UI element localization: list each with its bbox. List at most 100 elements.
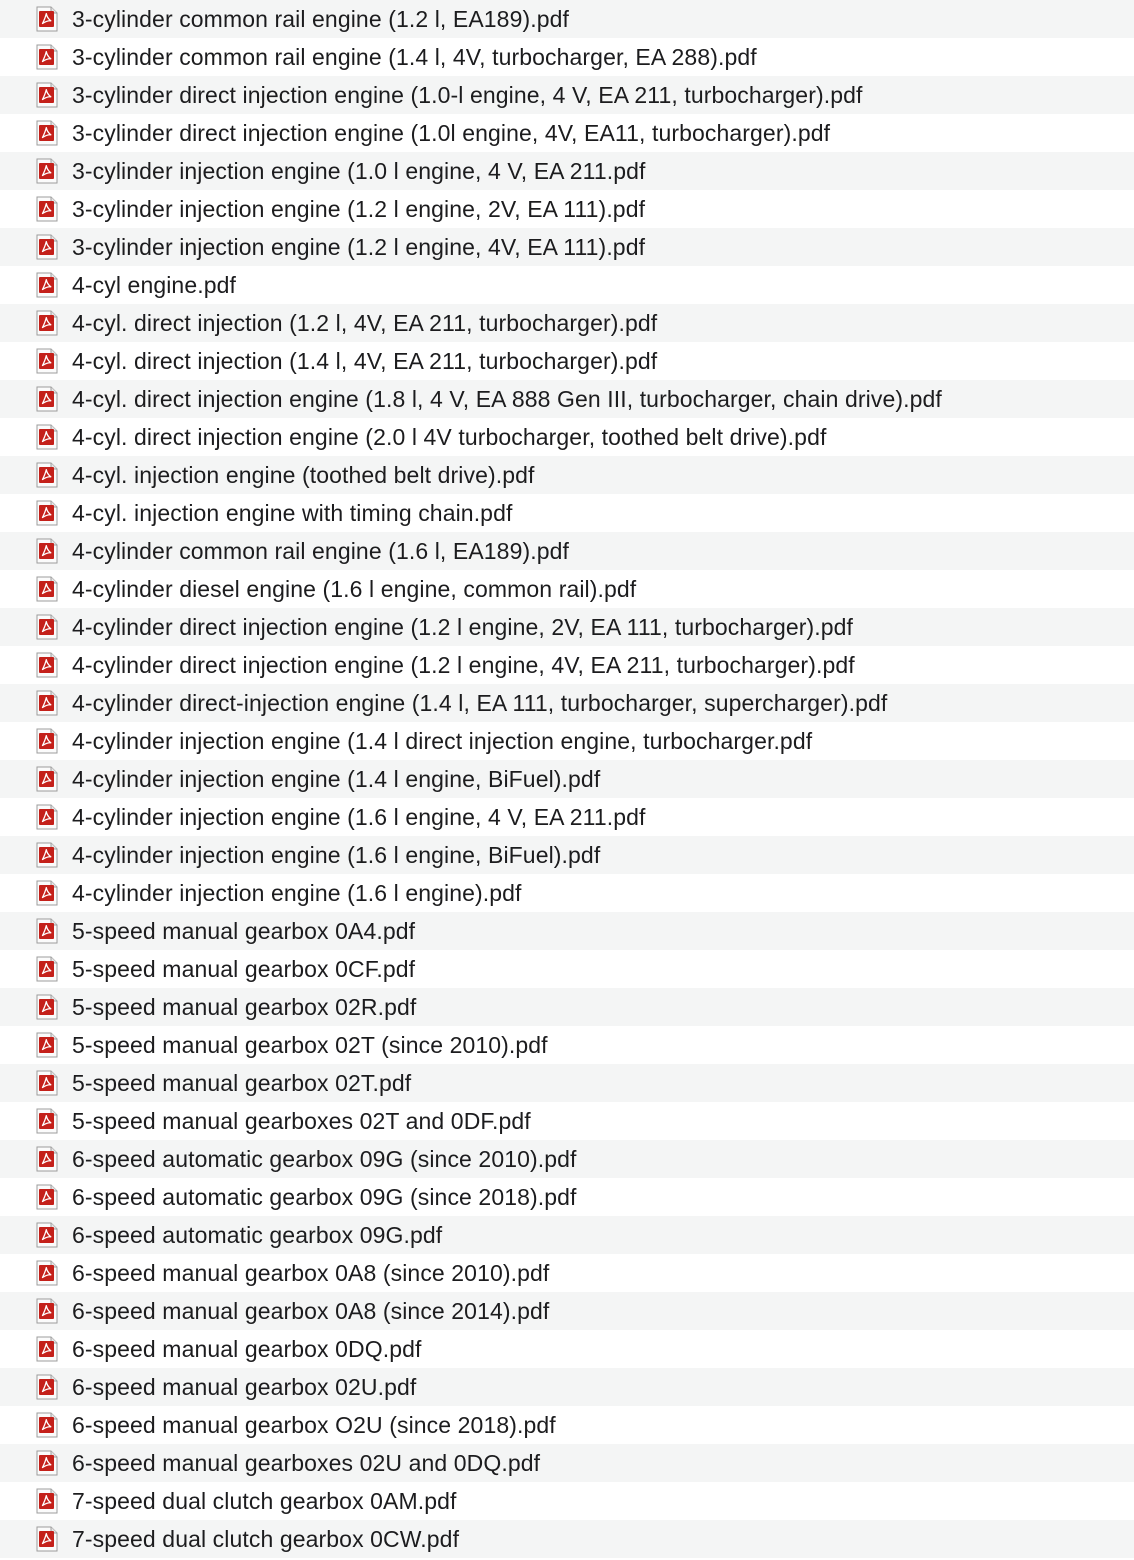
file-list: 3-cylinder common rail engine (1.2 l, EA…: [0, 0, 1134, 1560]
file-row[interactable]: 4-cyl engine.pdf: [0, 266, 1134, 304]
file-row[interactable]: 4-cylinder direct injection engine (1.2 …: [0, 608, 1134, 646]
file-name: 4-cyl. direct injection (1.2 l, 4V, EA 2…: [72, 309, 658, 336]
pdf-file-icon: [36, 196, 58, 222]
pdf-file-icon: [36, 44, 58, 70]
pdf-file-icon: [36, 120, 58, 146]
file-name: 4-cylinder direct-injection engine (1.4 …: [72, 689, 888, 716]
file-row[interactable]: 6-speed automatic gearbox 09G.pdf: [0, 1216, 1134, 1254]
file-row[interactable]: 5-speed manual gearbox 0CF.pdf: [0, 950, 1134, 988]
file-row[interactable]: 5-speed manual gearboxes 02T and 0DF.pdf: [0, 1102, 1134, 1140]
file-row[interactable]: 4-cylinder injection engine (1.4 l engin…: [0, 760, 1134, 798]
file-row[interactable]: 6-speed manual gearbox 0A8 (since 2010).…: [0, 1254, 1134, 1292]
file-row[interactable]: 4-cylinder diesel engine (1.6 l engine, …: [0, 570, 1134, 608]
file-row[interactable]: 4-cyl. direct injection engine (2.0 l 4V…: [0, 418, 1134, 456]
file-name: 7-speed dual clutch gearbox 0CW.pdf: [72, 1525, 460, 1552]
pdf-file-icon: [36, 500, 58, 526]
file-row[interactable]: 4-cyl. injection engine with timing chai…: [0, 494, 1134, 532]
file-name: 6-speed manual gearbox 0A8 (since 2014).…: [72, 1297, 550, 1324]
pdf-file-icon: [36, 652, 58, 678]
file-row[interactable]: 4-cylinder direct-injection engine (1.4 …: [0, 684, 1134, 722]
pdf-file-icon: [36, 956, 58, 982]
file-name: 6-speed manual gearboxes 02U and 0DQ.pdf: [72, 1449, 541, 1476]
file-name: 4-cylinder injection engine (1.4 l engin…: [72, 765, 601, 792]
file-row[interactable]: 4-cylinder injection engine (1.4 l direc…: [0, 722, 1134, 760]
file-name: 5-speed manual gearbox 02T.pdf: [72, 1069, 412, 1096]
file-row[interactable]: 5-speed manual gearbox 02R.pdf: [0, 988, 1134, 1026]
file-row[interactable]: 4-cylinder injection engine (1.6 l engin…: [0, 836, 1134, 874]
pdf-file-icon: [36, 994, 58, 1020]
file-name: 3-cylinder injection engine (1.2 l engin…: [72, 233, 646, 260]
file-name: 6-speed automatic gearbox 09G (since 201…: [72, 1145, 577, 1172]
file-row[interactable]: 3-cylinder common rail engine (1.4 l, 4V…: [0, 38, 1134, 76]
file-row[interactable]: 6-speed manual gearbox O2U (since 2018).…: [0, 1406, 1134, 1444]
file-row[interactable]: 4-cylinder injection engine (1.6 l engin…: [0, 874, 1134, 912]
pdf-file-icon: [36, 1108, 58, 1134]
file-name: 4-cylinder diesel engine (1.6 l engine, …: [72, 575, 637, 602]
pdf-file-icon: [36, 1184, 58, 1210]
file-row[interactable]: 4-cyl. direct injection engine (1.8 l, 4…: [0, 380, 1134, 418]
file-row[interactable]: 3-cylinder injection engine (1.0 l engin…: [0, 152, 1134, 190]
pdf-file-icon: [36, 82, 58, 108]
pdf-file-icon: [36, 272, 58, 298]
pdf-file-icon: [36, 1070, 58, 1096]
file-name: 5-speed manual gearbox 02T (since 2010).…: [72, 1031, 548, 1058]
pdf-file-icon: [36, 842, 58, 868]
file-name: 5-speed manual gearboxes 02T and 0DF.pdf: [72, 1107, 531, 1134]
file-name: 3-cylinder direct injection engine (1.0-…: [72, 81, 863, 108]
pdf-file-icon: [36, 538, 58, 564]
file-name: 5-speed manual gearbox 0CF.pdf: [72, 955, 416, 982]
file-row[interactable]: 4-cylinder common rail engine (1.6 l, EA…: [0, 532, 1134, 570]
file-row[interactable]: 3-cylinder direct injection engine (1.0-…: [0, 76, 1134, 114]
pdf-file-icon: [36, 576, 58, 602]
pdf-file-icon: [36, 1032, 58, 1058]
pdf-file-icon: [36, 386, 58, 412]
file-name: 3-cylinder injection engine (1.2 l engin…: [72, 195, 646, 222]
file-row[interactable]: 3-cylinder direct injection engine (1.0l…: [0, 114, 1134, 152]
pdf-file-icon: [36, 1260, 58, 1286]
pdf-file-icon: [36, 1374, 58, 1400]
file-row[interactable]: 7-speed dual clutch gearbox 0AM.pdf: [0, 1482, 1134, 1520]
file-row[interactable]: 4-cyl. direct injection (1.2 l, 4V, EA 2…: [0, 304, 1134, 342]
file-row[interactable]: 6-speed manual gearbox 02U.pdf: [0, 1368, 1134, 1406]
file-name: 4-cylinder direct injection engine (1.2 …: [72, 651, 855, 678]
file-row[interactable]: 7-speed dual clutch gearbox 0CW.pdf: [0, 1520, 1134, 1558]
pdf-file-icon: [36, 310, 58, 336]
pdf-file-icon: [36, 1412, 58, 1438]
pdf-file-icon: [36, 1222, 58, 1248]
file-name: 4-cylinder injection engine (1.6 l engin…: [72, 879, 522, 906]
file-name: 5-speed manual gearbox 0A4.pdf: [72, 917, 416, 944]
pdf-file-icon: [36, 728, 58, 754]
file-row[interactable]: 5-speed manual gearbox 02T.pdf: [0, 1064, 1134, 1102]
file-row[interactable]: 6-speed automatic gearbox 09G (since 201…: [0, 1178, 1134, 1216]
file-name: 6-speed manual gearbox 0DQ.pdf: [72, 1335, 422, 1362]
file-row[interactable]: 3-cylinder injection engine (1.2 l engin…: [0, 228, 1134, 266]
file-row[interactable]: 4-cylinder injection engine (1.6 l engin…: [0, 798, 1134, 836]
file-row[interactable]: 6-speed manual gearbox 0DQ.pdf: [0, 1330, 1134, 1368]
pdf-file-icon: [36, 234, 58, 260]
file-row[interactable]: 6-speed automatic gearbox 09G (since 201…: [0, 1140, 1134, 1178]
file-row[interactable]: 6-speed manual gearboxes 02U and 0DQ.pdf: [0, 1444, 1134, 1482]
file-name: 5-speed manual gearbox 02R.pdf: [72, 993, 417, 1020]
pdf-file-icon: [36, 6, 58, 32]
file-row[interactable]: 5-speed manual gearbox 02T (since 2010).…: [0, 1026, 1134, 1064]
file-row[interactable]: 3-cylinder common rail engine (1.2 l, EA…: [0, 0, 1134, 38]
file-name: 4-cyl. injection engine (toothed belt dr…: [72, 461, 535, 488]
file-name: 6-speed manual gearbox O2U (since 2018).…: [72, 1411, 556, 1438]
file-row[interactable]: 3-cylinder injection engine (1.2 l engin…: [0, 190, 1134, 228]
file-name: 4-cylinder injection engine (1.4 l direc…: [72, 727, 813, 754]
file-row[interactable]: 5-speed manual gearbox 0A4.pdf: [0, 912, 1134, 950]
file-row[interactable]: 4-cylinder direct injection engine (1.2 …: [0, 646, 1134, 684]
file-name: 4-cyl. direct injection (1.4 l, 4V, EA 2…: [72, 347, 658, 374]
file-name: 4-cyl engine.pdf: [72, 271, 236, 298]
file-name: 3-cylinder injection engine (1.0 l engin…: [72, 157, 646, 184]
pdf-file-icon: [36, 1488, 58, 1514]
pdf-file-icon: [36, 424, 58, 450]
file-name: 6-speed automatic gearbox 09G (since 201…: [72, 1183, 577, 1210]
file-row[interactable]: 4-cyl. injection engine (toothed belt dr…: [0, 456, 1134, 494]
file-row[interactable]: 4-cyl. direct injection (1.4 l, 4V, EA 2…: [0, 342, 1134, 380]
pdf-file-icon: [36, 1450, 58, 1476]
file-name: 4-cylinder direct injection engine (1.2 …: [72, 613, 854, 640]
pdf-file-icon: [36, 690, 58, 716]
file-name: 6-speed manual gearbox 0A8 (since 2010).…: [72, 1259, 550, 1286]
file-row[interactable]: 6-speed manual gearbox 0A8 (since 2014).…: [0, 1292, 1134, 1330]
